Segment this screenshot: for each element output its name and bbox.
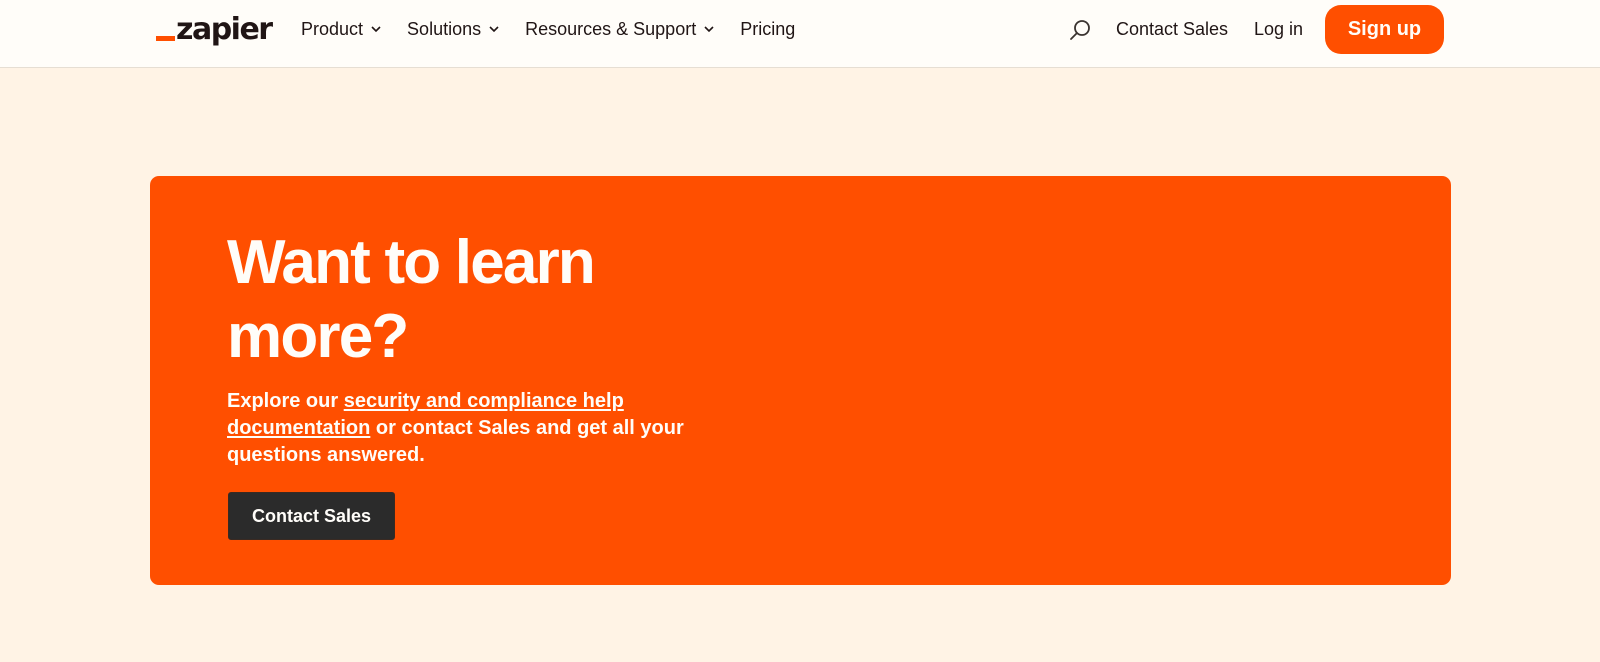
top-navbar: zapier Product Solutions Resources & Sup… [0,0,1600,68]
logo-underscore-mark [156,36,175,41]
menu-item-pricing[interactable]: Pricing [740,19,795,40]
menu-item-label: Product [301,18,364,39]
logo-wordmark: zapier [176,12,273,47]
menu-item-label: Resources & Support [525,18,697,39]
menu-item-label: Pricing [740,18,796,39]
signup-button[interactable]: Sign up [1325,5,1444,54]
cta-desc-prefix: Explore our [227,390,344,412]
login-link[interactable]: Log in [1254,18,1303,40]
chevron-down-icon [487,22,501,36]
chevron-down-icon [369,22,383,36]
cta-description: Explore our security and compliance help… [227,388,717,469]
menu-item-label: Solutions [407,18,482,39]
menu-item-resources-support[interactable]: Resources & Support [525,19,716,40]
main-menu: Product Solutions Resources & Support Pr… [301,0,819,58]
menu-item-solutions[interactable]: Solutions [407,19,501,40]
cta-heading: Want to learn more? [227,228,596,371]
learn-more-cta-card: Want to learn more? Explore our security… [150,176,1451,585]
search-icon[interactable] [1068,18,1092,42]
contact-sales-link[interactable]: Contact Sales [1116,18,1228,40]
contact-sales-button[interactable]: Contact Sales [228,492,395,540]
menu-item-product[interactable]: Product [301,19,383,40]
zapier-logo[interactable]: zapier [156,12,273,48]
chevron-down-icon [702,22,716,36]
